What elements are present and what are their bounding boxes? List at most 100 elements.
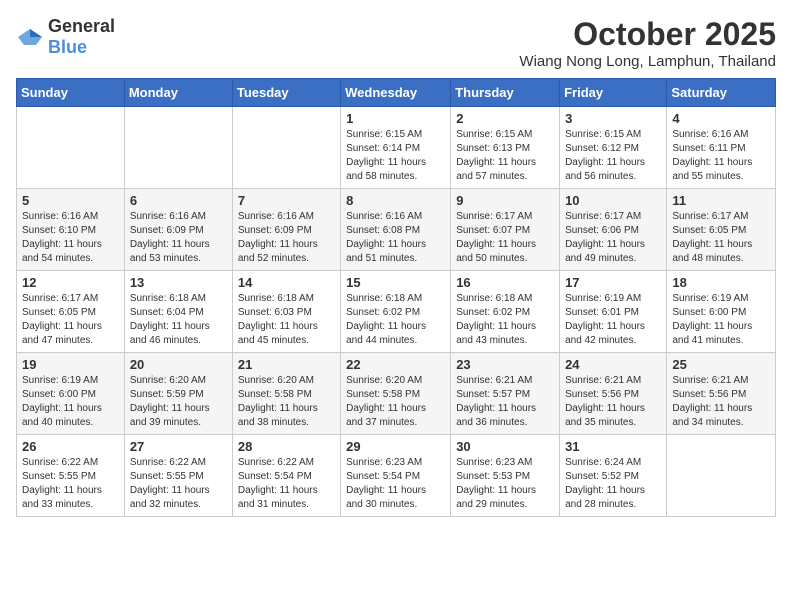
logo-blue: Blue	[48, 37, 87, 57]
cell-content: Sunrise: 6:15 AMSunset: 6:12 PMDaylight:…	[565, 128, 661, 184]
day-number: 8	[346, 193, 445, 208]
day-number: 29	[346, 439, 445, 454]
logo-general: General	[48, 16, 115, 36]
cell-content: Sunrise: 6:21 AMSunset: 5:57 PMDaylight:…	[456, 374, 554, 430]
cell-content: Sunrise: 6:21 AMSunset: 5:56 PMDaylight:…	[565, 374, 661, 430]
calendar-cell: 30 Sunrise: 6:23 AMSunset: 5:53 PMDayligh…	[451, 435, 560, 517]
calendar-cell: 5 Sunrise: 6:16 AMSunset: 6:10 PMDaylight…	[17, 189, 125, 271]
weekday-header: Wednesday	[341, 79, 451, 107]
cell-content: Sunrise: 6:16 AMSunset: 6:11 PMDaylight:…	[672, 128, 770, 184]
day-number: 23	[456, 357, 554, 372]
day-number: 2	[456, 111, 554, 126]
calendar-cell: 6Sunrise: 6:16 AMSunset: 6:09 PMDaylight…	[124, 189, 232, 271]
calendar-cell: 7Sunrise: 6:16 AMSunset: 6:09 PMDaylight…	[232, 189, 340, 271]
cell-content: Sunrise: 6:21 AMSunset: 5:56 PMDaylight:…	[672, 374, 770, 430]
calendar-cell: 9Sunrise: 6:17 AMSunset: 6:07 PMDaylight…	[451, 189, 560, 271]
cell-content: Sunrise: 6:18 AMSunset: 6:03 PMDaylight:…	[238, 292, 335, 348]
cell-content: Sunrise: 6:17 AMSunset: 6:06 PMDaylight:…	[565, 210, 661, 266]
calendar-cell	[667, 435, 776, 517]
day-number: 11	[672, 193, 770, 208]
calendar-cell: 24 Sunrise: 6:21 AMSunset: 5:56 PMDayligh…	[560, 353, 667, 435]
calendar-cell: 18Sunrise: 6:19 AMSunset: 6:00 PMDayligh…	[667, 271, 776, 353]
cell-content: Sunrise: 6:23 AMSunset: 5:53 PMDaylight:…	[456, 456, 554, 512]
calendar-cell	[232, 107, 340, 189]
day-number: 24	[565, 357, 661, 372]
calendar-cell: 4 Sunrise: 6:16 AMSunset: 6:11 PMDaylight…	[667, 107, 776, 189]
cell-content: Sunrise: 6:20 AMSunset: 5:58 PMDaylight:…	[238, 374, 335, 430]
calendar-cell: 31 Sunrise: 6:24 AMSunset: 5:52 PMDayligh…	[560, 435, 667, 517]
cell-content: Sunrise: 6:19 AMSunset: 6:00 PMDaylight:…	[22, 374, 119, 430]
calendar-cell: 8Sunrise: 6:16 AMSunset: 6:08 PMDaylight…	[341, 189, 451, 271]
day-number: 30	[456, 439, 554, 454]
calendar-cell: 19Sunrise: 6:19 AMSunset: 6:00 PMDayligh…	[17, 353, 125, 435]
calendar-cell: 29 Sunrise: 6:23 AMSunset: 5:54 PMDayligh…	[341, 435, 451, 517]
day-number: 7	[238, 193, 335, 208]
month-year: October 2025	[519, 16, 776, 53]
day-number: 16	[456, 275, 554, 290]
calendar-cell	[124, 107, 232, 189]
page-header: General Blue October 2025 Wiang Nong Lon…	[16, 16, 776, 70]
day-number: 17	[565, 275, 661, 290]
cell-content: Sunrise: 6:15 AMSunset: 6:14 PMDaylight:…	[346, 128, 445, 184]
cell-content: Sunrise: 6:18 AMSunset: 6:02 PMDaylight:…	[346, 292, 445, 348]
location: Wiang Nong Long, Lamphun, Thailand	[519, 53, 776, 70]
day-number: 18	[672, 275, 770, 290]
logo-icon	[16, 27, 44, 47]
calendar-cell: 14 Sunrise: 6:18 AMSunset: 6:03 PMDayligh…	[232, 271, 340, 353]
logo-text: General Blue	[48, 16, 115, 58]
weekday-header: Monday	[124, 79, 232, 107]
cell-content: Sunrise: 6:17 AMSunset: 6:05 PMDaylight:…	[672, 210, 770, 266]
weekday-header: Sunday	[17, 79, 125, 107]
calendar-cell: 15 Sunrise: 6:18 AMSunset: 6:02 PMDayligh…	[341, 271, 451, 353]
calendar-cell: 25 Sunrise: 6:21 AMSunset: 5:56 PMDayligh…	[667, 353, 776, 435]
calendar-cell: 10 Sunrise: 6:17 AMSunset: 6:06 PMDayligh…	[560, 189, 667, 271]
calendar-week-row: 12Sunrise: 6:17 AMSunset: 6:05 PMDayligh…	[17, 271, 776, 353]
day-number: 4	[672, 111, 770, 126]
calendar-cell: 2 Sunrise: 6:15 AMSunset: 6:13 PMDaylight…	[451, 107, 560, 189]
calendar-cell: 12Sunrise: 6:17 AMSunset: 6:05 PMDayligh…	[17, 271, 125, 353]
calendar-cell: 27Sunrise: 6:22 AMSunset: 5:55 PMDayligh…	[124, 435, 232, 517]
cell-content: Sunrise: 6:24 AMSunset: 5:52 PMDaylight:…	[565, 456, 661, 512]
day-number: 12	[22, 275, 119, 290]
calendar-cell: 21Sunrise: 6:20 AMSunset: 5:58 PMDayligh…	[232, 353, 340, 435]
calendar-cell	[17, 107, 125, 189]
day-number: 5	[22, 193, 119, 208]
calendar-cell: 20Sunrise: 6:20 AMSunset: 5:59 PMDayligh…	[124, 353, 232, 435]
calendar-week-row: 19Sunrise: 6:19 AMSunset: 6:00 PMDayligh…	[17, 353, 776, 435]
calendar-cell: 13 Sunrise: 6:18 AMSunset: 6:04 PMDayligh…	[124, 271, 232, 353]
cell-content: Sunrise: 6:20 AMSunset: 5:59 PMDaylight:…	[130, 374, 227, 430]
day-number: 27	[130, 439, 227, 454]
day-number: 1	[346, 111, 445, 126]
weekday-header-row: SundayMondayTuesdayWednesdayThursdayFrid…	[17, 79, 776, 107]
day-number: 25	[672, 357, 770, 372]
calendar-cell: 16 Sunrise: 6:18 AMSunset: 6:02 PMDayligh…	[451, 271, 560, 353]
day-number: 10	[565, 193, 661, 208]
day-number: 9	[456, 193, 554, 208]
cell-content: Sunrise: 6:18 AMSunset: 6:02 PMDaylight:…	[456, 292, 554, 348]
calendar-week-row: 1 Sunrise: 6:15 AMSunset: 6:14 PMDaylight…	[17, 107, 776, 189]
day-number: 31	[565, 439, 661, 454]
calendar-cell: 3Sunrise: 6:15 AMSunset: 6:12 PMDaylight…	[560, 107, 667, 189]
weekday-header: Saturday	[667, 79, 776, 107]
cell-content: Sunrise: 6:16 AMSunset: 6:10 PMDaylight:…	[22, 210, 119, 266]
calendar-cell: 1 Sunrise: 6:15 AMSunset: 6:14 PMDaylight…	[341, 107, 451, 189]
title-block: October 2025 Wiang Nong Long, Lamphun, T…	[519, 16, 776, 70]
day-number: 14	[238, 275, 335, 290]
day-number: 28	[238, 439, 335, 454]
cell-content: Sunrise: 6:15 AMSunset: 6:13 PMDaylight:…	[456, 128, 554, 184]
day-number: 22	[346, 357, 445, 372]
day-number: 6	[130, 193, 227, 208]
cell-content: Sunrise: 6:19 AMSunset: 6:01 PMDaylight:…	[565, 292, 661, 348]
day-number: 26	[22, 439, 119, 454]
weekday-header: Thursday	[451, 79, 560, 107]
weekday-header: Tuesday	[232, 79, 340, 107]
cell-content: Sunrise: 6:22 AMSunset: 5:54 PMDaylight:…	[238, 456, 335, 512]
calendar-cell: 23 Sunrise: 6:21 AMSunset: 5:57 PMDayligh…	[451, 353, 560, 435]
day-number: 15	[346, 275, 445, 290]
day-number: 13	[130, 275, 227, 290]
calendar-cell: 22Sunrise: 6:20 AMSunset: 5:58 PMDayligh…	[341, 353, 451, 435]
logo: General Blue	[16, 16, 115, 58]
calendar-week-row: 26Sunrise: 6:22 AMSunset: 5:55 PMDayligh…	[17, 435, 776, 517]
cell-content: Sunrise: 6:23 AMSunset: 5:54 PMDaylight:…	[346, 456, 445, 512]
cell-content: Sunrise: 6:18 AMSunset: 6:04 PMDaylight:…	[130, 292, 227, 348]
